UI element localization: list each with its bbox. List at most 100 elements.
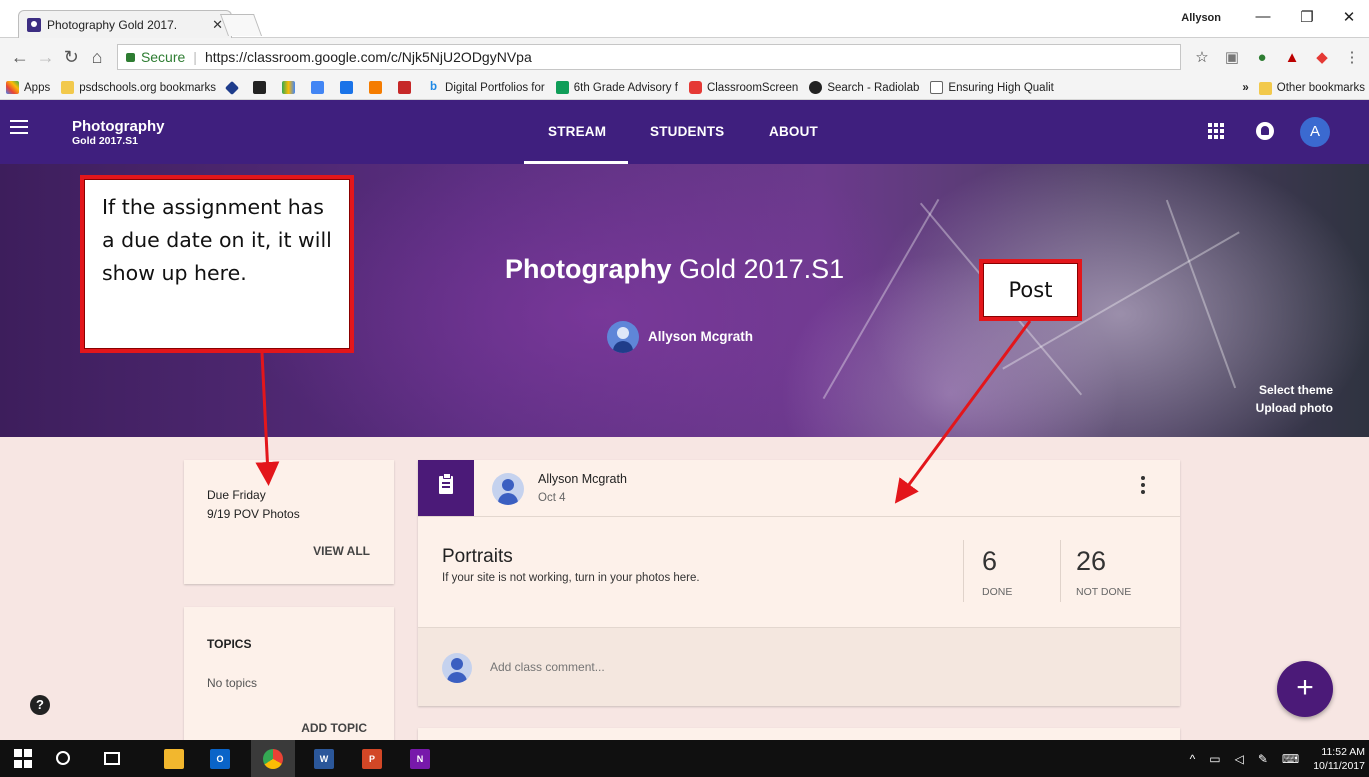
add-topic-button[interactable]: ADD TOPIC xyxy=(301,721,367,735)
file-explorer-icon[interactable] xyxy=(164,749,184,769)
battery-icon[interactable]: ▭ xyxy=(1209,752,1220,766)
bookmark-radiolab[interactable]: Search - Radiolab xyxy=(809,81,919,94)
bookmark-label: 6th Grade Advisory f xyxy=(573,81,678,94)
browser-menu-icon[interactable]: ⋮ xyxy=(1343,48,1361,66)
url-separator: | xyxy=(193,49,197,65)
bookmark-label: Apps xyxy=(24,81,51,94)
bookmark-digital-portfolios[interactable]: b Digital Portfolios for xyxy=(427,81,545,94)
new-tab-button[interactable] xyxy=(219,14,263,36)
done-label: DONE xyxy=(982,586,1013,598)
no-topics-text: No topics xyxy=(207,676,258,690)
bookmark-label: Other bookmarks xyxy=(1276,82,1365,94)
chrome-icon[interactable] xyxy=(263,749,283,769)
bookmark-icon-2[interactable] xyxy=(253,81,271,94)
post-date: Oct 4 xyxy=(538,492,566,504)
bookmark-extension-icon[interactable]: ◆ xyxy=(1313,48,1331,66)
stat-divider xyxy=(1060,540,1061,602)
not-done-count[interactable]: 26 xyxy=(1076,546,1106,577)
slides-icon xyxy=(369,81,383,94)
bookmark-icon-5[interactable] xyxy=(340,81,358,94)
windows-start-icon[interactable] xyxy=(14,749,34,769)
bookmark-icon-6[interactable] xyxy=(369,81,387,94)
reload-icon[interactable]: ↻ xyxy=(59,47,83,68)
classroom-favicon-icon xyxy=(27,17,41,32)
minimize-icon[interactable]: — xyxy=(1253,8,1273,25)
due-assignment-link[interactable]: 9/19 POV Photos xyxy=(207,507,300,521)
keyboard-icon[interactable]: ⌨ xyxy=(1282,752,1299,766)
bookmark-advisory[interactable]: 6th Grade Advisory f xyxy=(555,81,678,94)
google-apps-icon[interactable] xyxy=(1208,123,1224,139)
teacher-name: Allyson Mcgrath xyxy=(648,329,754,344)
task-view-icon[interactable] xyxy=(104,752,120,765)
word-icon[interactable]: W xyxy=(314,749,334,769)
teacher-avatar xyxy=(607,321,639,353)
hamburger-menu-icon[interactable] xyxy=(10,120,28,134)
help-icon[interactable]: ? xyxy=(30,695,50,715)
post-author: Allyson Mcgrath xyxy=(538,472,627,486)
sheets-icon xyxy=(555,81,569,94)
banner-decoration xyxy=(822,198,940,400)
banner-title-rest: Gold 2017.S1 xyxy=(671,254,845,284)
bookmark-label: Ensuring High Qualit xyxy=(948,81,1054,94)
clock-time: 11:52 AM xyxy=(1321,745,1365,758)
clock[interactable]: 11:52 AM 10/11/2017 xyxy=(1313,745,1365,773)
class-name[interactable]: Photography xyxy=(72,118,165,135)
more-options-icon[interactable] xyxy=(1141,476,1145,496)
extension-screen-icon[interactable]: ▣ xyxy=(1223,48,1241,66)
home-icon[interactable]: ⌂ xyxy=(85,47,109,68)
pdf-extension-icon[interactable]: ▲ xyxy=(1283,49,1301,66)
restore-icon[interactable]: ❐ xyxy=(1297,8,1317,26)
forward-icon[interactable]: → xyxy=(34,47,58,68)
pen-icon[interactable]: ✎ xyxy=(1258,752,1268,766)
upcoming-card: Due Friday 9/19 POV Photos VIEW ALL xyxy=(184,460,394,584)
bookmark-psdschools[interactable]: psdschools.org bookmarks xyxy=(61,81,216,94)
bookmark-icon-1[interactable] xyxy=(224,80,242,95)
done-count[interactable]: 6 xyxy=(982,546,997,577)
upload-photo-link[interactable]: Upload photo xyxy=(1256,401,1333,415)
tab-about[interactable]: ABOUT xyxy=(769,124,818,139)
bookmark-icon-4[interactable] xyxy=(311,81,329,94)
view-all-button[interactable]: VIEW ALL xyxy=(313,544,370,558)
close-window-icon[interactable]: ✕ xyxy=(1339,8,1359,26)
tab-title: Photography Gold 2017. xyxy=(47,17,178,32)
select-theme-link[interactable]: Select theme xyxy=(1259,383,1333,397)
outlook-icon[interactable]: O xyxy=(210,749,230,769)
classroomscreen-icon xyxy=(688,81,702,94)
search-icon[interactable] xyxy=(56,751,70,765)
due-date-callout: If the assignment has a due date on it, … xyxy=(80,175,354,353)
extension-leaf-icon[interactable]: ● xyxy=(1253,49,1271,66)
bookmark-apps[interactable]: Apps xyxy=(6,81,50,94)
docs-icon xyxy=(311,81,325,94)
notifications-icon[interactable] xyxy=(1256,122,1274,140)
star-icon[interactable]: ☆ xyxy=(1193,48,1211,66)
browser-tab[interactable]: Photography Gold 2017. ✕ xyxy=(18,10,232,38)
tab-students[interactable]: STUDENTS xyxy=(650,124,724,139)
assignment-title[interactable]: Portraits xyxy=(442,546,513,568)
tab-stream[interactable]: STREAM xyxy=(548,124,606,139)
back-icon[interactable]: ← xyxy=(8,47,32,68)
bookmark-icon-7[interactable] xyxy=(398,81,416,94)
more-bookmarks-button[interactable]: » xyxy=(1242,82,1248,94)
bookmark-label: ClassroomScreen xyxy=(706,81,799,94)
volume-icon[interactable]: ◁ xyxy=(1235,752,1244,766)
class-comment-input[interactable] xyxy=(490,660,1050,674)
browser-user-name[interactable]: Allyson xyxy=(1181,12,1221,24)
b-icon: b xyxy=(430,81,438,93)
create-post-button[interactable]: + xyxy=(1277,661,1333,717)
class-comment-area xyxy=(418,627,1180,706)
other-bookmarks[interactable]: Other bookmarks xyxy=(1258,81,1365,95)
bookmark-icon-3[interactable] xyxy=(282,81,300,94)
not-done-label: NOT DONE xyxy=(1076,586,1132,598)
bookmark-ensuring[interactable]: Ensuring High Qualit xyxy=(930,81,1054,94)
topics-title: TOPICS xyxy=(207,637,252,651)
class-section: Gold 2017.S1 xyxy=(72,135,138,147)
show-hidden-icons-icon[interactable]: ^ xyxy=(1190,752,1196,766)
bookmark-classroomscreen[interactable]: ClassroomScreen xyxy=(688,81,799,94)
secure-label: Secure xyxy=(140,49,186,65)
powerpoint-icon[interactable]: P xyxy=(362,749,382,769)
lock-icon xyxy=(125,52,135,62)
account-avatar[interactable]: A xyxy=(1300,117,1330,147)
url-input[interactable]: Secure | https://classroom.google.com/c/… xyxy=(116,44,1182,70)
onenote-icon[interactable]: N xyxy=(410,749,430,769)
assignment-description: If your site is not working, turn in you… xyxy=(442,572,700,584)
